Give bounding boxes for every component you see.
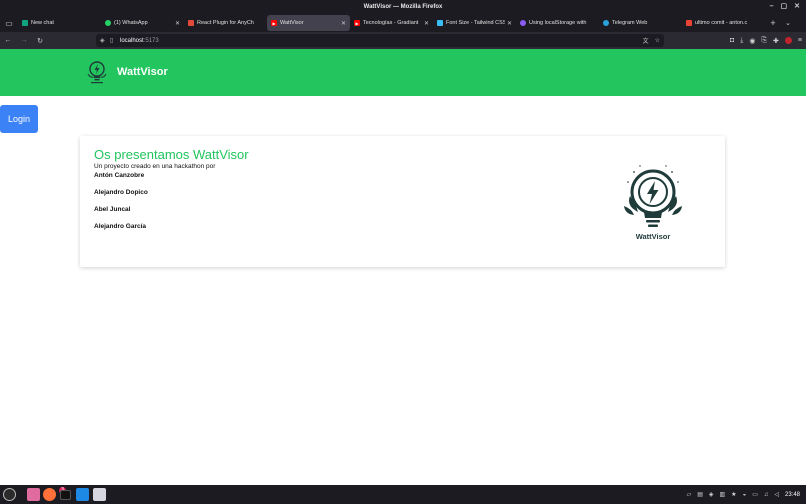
team-member: Abel Juncal xyxy=(94,206,131,213)
card-subtitle: Un proyecto creado en una hackathon por xyxy=(94,163,216,170)
tab-favicon-icon xyxy=(105,20,111,26)
tab-favicon-icon xyxy=(686,20,692,26)
close-window-icon[interactable]: ✕ xyxy=(794,0,800,14)
maximize-icon[interactable]: ▢ xyxy=(781,0,788,14)
tab-close-icon[interactable]: ✕ xyxy=(341,20,346,27)
files-icon[interactable] xyxy=(27,488,40,501)
translate-icon[interactable]: 文 xyxy=(643,36,649,45)
tab-favicon-icon xyxy=(603,20,609,26)
card-logo-text: WattVisor xyxy=(635,232,671,241)
url-host: localhost xyxy=(120,37,144,44)
page-viewport: WattVisor Login Os presentamos WattVisor… xyxy=(0,49,806,485)
toolbar-right: ◘ ⤓ ◉ ⎘ ✚ ≡ xyxy=(730,32,802,49)
tracking-shield-icon[interactable]: ◈ xyxy=(100,37,110,44)
card-heading: Os presentamos WattVisor xyxy=(94,147,249,162)
account-icon[interactable]: ◉ xyxy=(749,37,755,45)
battery-icon[interactable]: ▭ xyxy=(752,491,758,498)
tab-gmail[interactable]: ultimo comit - anton.c xyxy=(682,15,765,31)
intro-card: Os presentamos WattVisor Un proyecto cre… xyxy=(80,136,725,267)
tab-close-icon[interactable]: ✕ xyxy=(424,20,429,27)
tab-overflow-icon[interactable]: ⌄ xyxy=(781,19,795,27)
bookmark-star-icon[interactable]: ☆ xyxy=(655,37,660,44)
window-controls: – ▢ ✕ xyxy=(770,0,800,14)
tab-close-icon[interactable]: ✕ xyxy=(175,20,180,27)
clock: 23:48 xyxy=(784,491,800,498)
firefox-icon[interactable] xyxy=(43,488,56,501)
tab-title: Telegram Web xyxy=(612,20,648,26)
reload-icon[interactable]: ↻ xyxy=(32,33,48,49)
window-titlebar: WattVisor — Mozilla Firefox – ▢ ✕ xyxy=(0,0,806,14)
tab-title: New chat xyxy=(31,20,54,26)
tab-favicon-icon xyxy=(520,20,526,26)
text-editor-icon[interactable] xyxy=(93,488,106,501)
tab-list-icon[interactable]: ▭ xyxy=(0,14,18,32)
tab-wattvisor[interactable]: ▶ WattVisor ✕ xyxy=(267,15,350,31)
tab-title: React Plugin for AnyCh xyxy=(197,20,254,26)
extensions-icon[interactable]: ✚ xyxy=(773,37,779,45)
forward-icon[interactable]: → xyxy=(16,33,32,49)
music-icon[interactable]: ♫ xyxy=(764,492,769,498)
app-menu-icon[interactable] xyxy=(3,488,16,501)
url-bar[interactable]: ◈ ▯ localhost:5173 文 ☆ xyxy=(96,34,664,47)
team-member: Antón Canzobre xyxy=(94,172,145,179)
screenshot-icon[interactable]: ⎘ xyxy=(761,37,767,45)
urlbar-actions: 文 ☆ xyxy=(643,34,660,47)
tab-telegram[interactable]: Telegram Web xyxy=(599,15,682,31)
tab-whatsapp[interactable]: (1) WhatsApp ✕ xyxy=(101,15,184,31)
clipboard-icon[interactable]: ▤ xyxy=(697,491,703,498)
url-port: :5173 xyxy=(143,37,159,44)
team-member: Alejandro García xyxy=(94,223,147,230)
tab-strip: ▭ New chat (1) WhatsApp ✕ React Plugin f… xyxy=(0,14,806,32)
dropbox-icon[interactable]: ▱ xyxy=(687,491,692,498)
downloads-icon[interactable]: ⤓ xyxy=(740,37,743,45)
volume-icon[interactable]: ◁ xyxy=(774,491,779,498)
tab-favicon-icon xyxy=(22,20,28,26)
network-icon[interactable]: ◒ xyxy=(743,492,747,498)
tab-favicon-icon xyxy=(437,20,443,26)
menu-icon[interactable]: ≡ xyxy=(798,37,802,44)
tab-tecnologias[interactable]: ▶ Tecnologías - Gradiant ✕ xyxy=(350,15,433,31)
tab-react-plugin[interactable]: React Plugin for AnyCh xyxy=(184,15,267,31)
login-button[interactable]: Login xyxy=(0,105,38,133)
tab-favicon-icon: ▶ xyxy=(354,20,360,26)
tab-favicon-icon: ▶ xyxy=(271,20,277,26)
tab-new-chat[interactable]: New chat xyxy=(18,15,101,31)
tab-title: ultimo comit - anton.c xyxy=(695,20,748,26)
terminal-icon[interactable] xyxy=(60,490,71,500)
tab-tailwind[interactable]: Font Size - Tailwind CSS ✕ xyxy=(433,15,516,31)
screen: { "window": { "title": "WattVisor — Mozi… xyxy=(0,0,806,504)
shield-tray-icon[interactable]: ◈ xyxy=(709,491,714,498)
lightbulb-logo-icon xyxy=(87,61,107,84)
tab-title: Using localStorage with xyxy=(529,20,587,26)
system-tray: ▱ ▤ ◈ ▥ ★ ◒ ▭ ♫ ◁ 23:48 xyxy=(687,485,800,504)
tab-title: Tecnologías - Gradiant xyxy=(363,20,419,26)
window-title: WattVisor — Mozilla Firefox xyxy=(363,4,443,10)
new-tab-icon[interactable]: + xyxy=(765,18,781,28)
drive-icon[interactable]: ▥ xyxy=(720,491,726,498)
tab-title: (1) WhatsApp xyxy=(114,20,148,26)
page-info-icon[interactable]: ▯ xyxy=(110,37,120,44)
app-title: WattVisor xyxy=(117,66,168,78)
back-icon[interactable]: ← xyxy=(0,33,16,49)
app-header: WattVisor xyxy=(0,49,806,96)
tab-close-icon[interactable]: ✕ xyxy=(507,20,512,27)
tab-title: Font Size - Tailwind CSS xyxy=(446,20,505,26)
pocket-icon[interactable]: ◘ xyxy=(730,37,734,44)
minimize-icon[interactable]: – xyxy=(770,0,774,14)
navigation-bar: ← → ↻ ◈ ▯ localhost:5173 文 ☆ ◘ ⤓ ◉ ⎘ ✚ ≡ xyxy=(0,32,806,49)
tab-favicon-icon xyxy=(188,20,194,26)
os-taskbar: 3 ▱ ▤ ◈ ▥ ★ ◒ ▭ ♫ ◁ 23:48 xyxy=(0,485,806,504)
team-member: Alejandro Dopico xyxy=(94,189,148,196)
wattvisor-lightbulb-icon xyxy=(624,165,682,227)
youtube-extension-icon[interactable] xyxy=(784,37,792,44)
vscode-icon[interactable] xyxy=(76,488,89,501)
star-icon[interactable]: ★ xyxy=(731,491,736,498)
tab-localstorage[interactable]: Using localStorage with xyxy=(516,15,599,31)
tab-title: WattVisor xyxy=(280,20,304,26)
